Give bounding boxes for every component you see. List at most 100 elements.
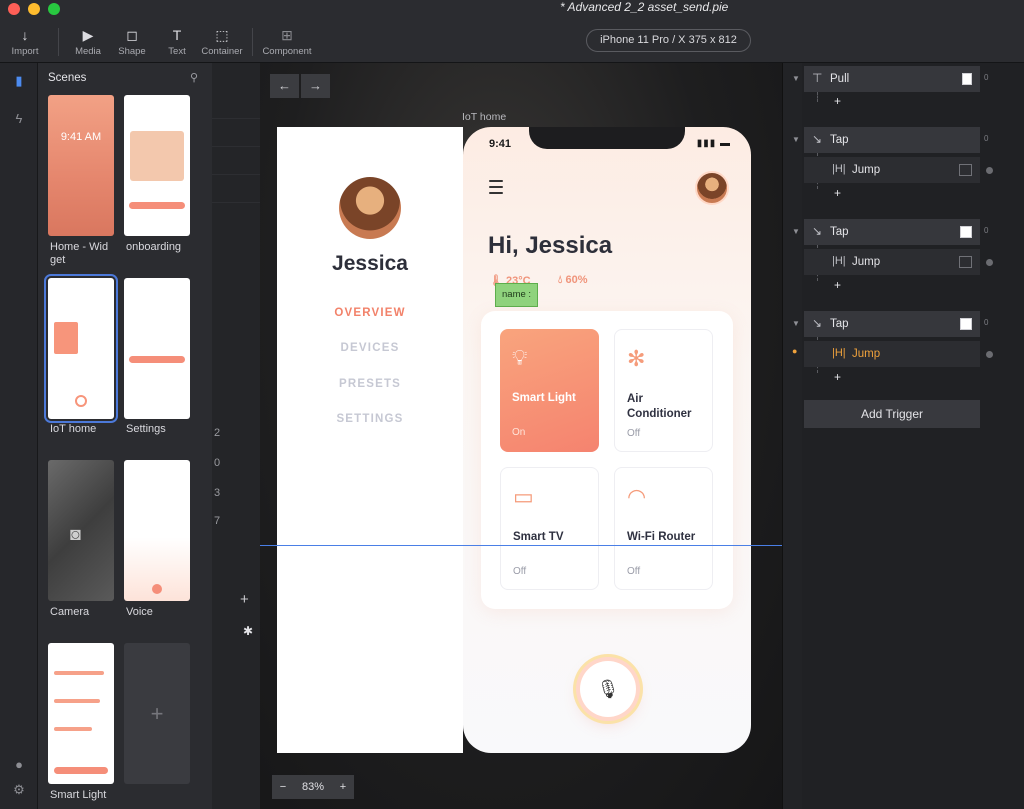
scene-label: Camera <box>50 606 90 618</box>
collapse-caret-icon[interactable]: ▼ <box>792 74 800 83</box>
trigger-target-swatch[interactable] <box>960 226 972 238</box>
microphone-button[interactable]: 🎙︎ <box>580 661 636 717</box>
device-card-smart-light[interactable]: 💡︎ Smart Light On <box>500 329 599 452</box>
zoom-control: − 83% + <box>272 775 354 799</box>
canvas-navigation: ← → <box>270 74 332 98</box>
timeline-keyframe[interactable] <box>986 167 993 174</box>
scene-thumbnail-camera[interactable]: ◙ <box>48 460 114 601</box>
timeline-ruler: 0 <box>984 226 989 235</box>
trigger-target-swatch[interactable] <box>960 318 972 330</box>
add-action-button[interactable]: + <box>834 94 841 108</box>
zoom-level[interactable]: 83% <box>294 775 332 799</box>
account-icon[interactable]: ● <box>11 757 27 773</box>
thumbnail-slider <box>54 727 92 731</box>
scene-label: IoT home <box>50 423 97 435</box>
add-trigger-button[interactable]: Add Trigger <box>804 400 980 428</box>
back-arrow-button[interactable]: ← <box>270 74 299 98</box>
scene-thumbnail-smart-light[interactable] <box>48 643 114 784</box>
trigger-row[interactable]: ▼ ↘ Tap <box>792 311 980 337</box>
add-layer-button[interactable]: + <box>240 591 249 608</box>
add-action-button[interactable]: + <box>834 186 841 200</box>
jump-action-icon: |H| <box>832 255 846 267</box>
thumbnail-button <box>129 202 185 209</box>
drawer-nav-devices[interactable]: DEVICES <box>277 342 463 354</box>
thumbnail-mic <box>75 395 87 407</box>
action-row[interactable]: |H| Jump <box>804 249 980 275</box>
action-row[interactable]: |H| Jump <box>804 157 980 183</box>
trigger-row[interactable]: ▼ ↘ Tap <box>792 219 980 245</box>
interaction-bolt-icon[interactable]: ϟ <box>11 111 27 127</box>
design-canvas[interactable]: ← → IoT home Jessica OVERVIEW DEVICES PR… <box>260 63 782 809</box>
scenes-panel-icon[interactable]: ▮ <box>11 73 27 89</box>
import-icon: ↓ <box>21 27 29 43</box>
bulb-icon: 💡︎ <box>512 345 528 370</box>
tap-trigger-icon: ↘ <box>812 224 823 238</box>
timeline-ruler: 0 <box>984 318 989 327</box>
name-tag-overlay[interactable]: name : <box>495 283 539 307</box>
scene-thumbnail-iot-home[interactable] <box>44 274 118 423</box>
action-target-swatch[interactable] <box>959 256 972 268</box>
timeline-keyframe[interactable] <box>986 259 993 266</box>
device-name: Wi-Fi Router <box>627 531 696 543</box>
pin-icon[interactable]: ⚲ <box>190 71 198 84</box>
timeline-keyframe[interactable] <box>986 351 993 358</box>
device-state: Off <box>513 566 527 577</box>
tap-trigger-icon: ↘ <box>812 132 823 146</box>
microphone-icon: 🎙︎ <box>596 679 620 699</box>
signal-icon: ▮▮▮ <box>696 138 717 149</box>
scene-thumbnail-home-widget[interactable]: 9:41 AM <box>48 95 114 236</box>
thumbnail-button <box>129 356 185 363</box>
scene-thumbnail-onboarding[interactable] <box>124 95 190 236</box>
document-title: * Advanced 2_2 asset_send.pie <box>560 0 729 14</box>
snowflake-icon: ✻ <box>627 346 646 371</box>
layer-row <box>212 119 260 147</box>
device-selector[interactable]: iPhone 11 Pro / X 375 x 812 <box>586 29 751 52</box>
active-indicator-dot: ● <box>792 346 798 356</box>
thumbnail-clock: 9:41 AM <box>60 131 102 143</box>
action-row[interactable]: |H| Jump <box>804 341 980 367</box>
device-card-wifi-router[interactable]: ◠ Wi-Fi Router Off <box>614 467 713 590</box>
add-scene-button[interactable]: + <box>124 643 190 784</box>
layer-number: 3 <box>214 487 221 499</box>
collapse-caret-icon[interactable]: ▼ <box>792 319 800 328</box>
add-action-button[interactable]: + <box>834 278 841 292</box>
collapse-caret-icon[interactable]: ▼ <box>792 135 800 144</box>
add-action-button[interactable]: + <box>834 370 841 384</box>
device-card-air-conditioner[interactable]: ✻ Air Conditioner Off <box>614 329 713 452</box>
window-controls <box>8 3 60 15</box>
scene-thumbnail-settings[interactable] <box>124 278 190 419</box>
trigger-target-swatch[interactable] <box>962 73 972 85</box>
trigger-row[interactable]: ▼ ↘ Tap <box>792 127 980 153</box>
jump-action-icon: |H| <box>832 347 846 359</box>
hamburger-menu-icon[interactable] <box>489 180 503 198</box>
device-card-smart-tv[interactable]: ▭ Smart TV Off <box>500 467 599 590</box>
import-button[interactable]: ↓ Import <box>0 26 53 57</box>
layer-row <box>212 175 260 203</box>
collapse-caret-icon[interactable]: ▼ <box>792 227 800 236</box>
drawer-nav-presets[interactable]: PRESETS <box>277 378 463 390</box>
trigger-row[interactable]: ▼ ⊤ Pull <box>792 66 980 92</box>
drawer-nav-settings[interactable]: SETTINGS <box>277 413 463 425</box>
tree-connector <box>817 92 818 102</box>
close-window-button[interactable] <box>8 3 20 15</box>
thumbnail-card <box>54 322 78 354</box>
camera-icon: ◙ <box>70 524 81 544</box>
zoom-window-button[interactable] <box>48 3 60 15</box>
action-target-swatch[interactable] <box>959 164 972 176</box>
drawer-nav-overview[interactable]: OVERVIEW <box>277 307 463 319</box>
minimize-window-button[interactable] <box>28 3 40 15</box>
header-avatar[interactable] <box>695 171 729 205</box>
scene-thumbnail-voice[interactable] <box>124 460 190 601</box>
zoom-out-button[interactable]: − <box>272 775 294 799</box>
component-button[interactable]: ⊞ Component <box>256 26 318 57</box>
humidity-reading: 💧︎ 60% <box>558 274 588 286</box>
panel-divider[interactable] <box>782 63 802 809</box>
pull-trigger-icon: ⊤ <box>812 71 823 85</box>
debug-bug-icon[interactable]: ✱ <box>243 624 253 638</box>
settings-gear-icon[interactable]: ⚙ <box>11 782 27 798</box>
forward-arrow-button[interactable]: → <box>301 74 330 98</box>
layer-number: 0 <box>214 457 221 469</box>
container-button[interactable]: ⬚ Container <box>194 26 250 57</box>
status-time: 9:41 <box>489 138 512 150</box>
zoom-in-button[interactable]: + <box>332 775 354 799</box>
